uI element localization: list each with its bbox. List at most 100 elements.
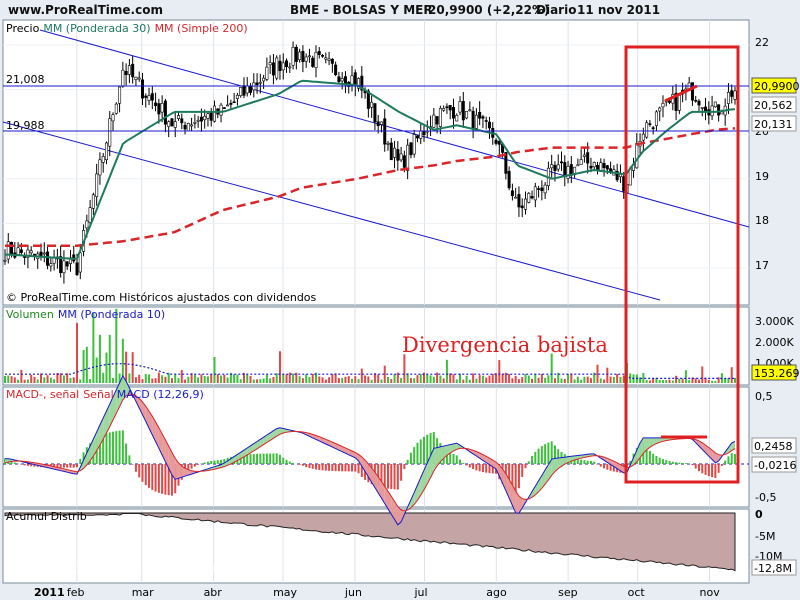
down-candle	[294, 46, 298, 62]
up-candle	[235, 94, 239, 99]
up-candle	[432, 114, 436, 128]
legend-acum: Acumul Distrib	[6, 510, 87, 523]
down-candle	[445, 106, 449, 109]
up-candle	[203, 115, 207, 121]
up-candle	[127, 65, 131, 75]
up-candle	[720, 111, 724, 115]
up-candle	[406, 144, 410, 171]
down-candle	[605, 165, 609, 170]
site-url[interactable]: www.ProRealTime.com	[8, 3, 163, 17]
down-candle	[209, 112, 213, 121]
up-candle	[62, 260, 66, 274]
down-candle	[415, 135, 419, 139]
up-candle	[49, 263, 53, 267]
down-candle	[690, 82, 694, 101]
down-candle	[478, 112, 482, 119]
up-candle	[3, 259, 7, 262]
up-candle	[104, 142, 108, 161]
down-candle	[180, 118, 184, 124]
svg-text:-12,8M: -12,8M	[754, 562, 792, 575]
down-candle	[285, 60, 289, 67]
down-candle	[10, 241, 14, 256]
stock-chart: www.ProRealTime.com BME - BOLSAS Y MER 2…	[2, 3, 800, 599]
svg-text:20,9900: 20,9900	[754, 80, 800, 93]
volume-tick: 2.000K	[755, 336, 794, 349]
up-candle	[307, 55, 311, 58]
down-candle	[19, 249, 23, 253]
month-label: sep	[558, 586, 577, 599]
up-candle	[582, 154, 586, 157]
down-candle	[396, 149, 400, 161]
down-candle	[124, 71, 128, 76]
up-candle	[111, 114, 115, 122]
up-candle	[186, 122, 190, 132]
up-candle	[654, 111, 658, 126]
down-candle	[154, 102, 158, 107]
month-label: abr	[204, 586, 223, 599]
down-candle	[75, 262, 79, 276]
legend-volume: Volumen MM (Ponderada 10)	[6, 308, 165, 321]
macd-tick: -0,5	[755, 491, 776, 504]
down-candle	[448, 104, 452, 111]
up-candle	[579, 159, 583, 165]
up-candle	[658, 107, 662, 112]
down-candle	[589, 165, 593, 169]
instrument-title: BME - BOLSAS Y MER	[290, 3, 433, 17]
down-candle	[563, 162, 567, 177]
up-candle	[288, 66, 292, 69]
up-candle	[6, 241, 10, 260]
down-candle	[144, 95, 148, 98]
up-candle	[226, 104, 230, 107]
up-candle	[29, 250, 33, 254]
up-candle	[258, 81, 262, 84]
up-candle	[592, 162, 596, 168]
up-candle	[314, 52, 318, 68]
acum-tick: -5M	[755, 530, 775, 543]
up-candle	[147, 95, 151, 101]
down-candle	[46, 251, 50, 266]
down-candle	[530, 196, 534, 199]
up-candle	[576, 164, 580, 167]
up-candle	[458, 101, 462, 113]
ma200-value-tag: 20,131	[751, 115, 797, 132]
up-candle	[137, 77, 141, 80]
down-candle	[353, 72, 357, 86]
up-candle	[468, 109, 472, 112]
up-candle	[219, 104, 223, 116]
down-candle	[163, 100, 167, 125]
last-price-change: 20,9900 (+2,22%)	[428, 3, 550, 17]
month-label: oct	[628, 586, 646, 599]
up-candle	[556, 164, 560, 170]
down-candle	[65, 261, 69, 267]
down-candle	[553, 164, 557, 172]
ma30-value-tag: 20,562	[751, 96, 797, 113]
up-candle	[262, 77, 266, 82]
down-candle	[602, 162, 606, 168]
down-candle	[222, 107, 226, 109]
down-candle	[376, 121, 380, 127]
up-candle	[114, 103, 118, 114]
down-candle	[520, 205, 524, 209]
down-candle	[487, 121, 491, 129]
support-label: 19,988	[6, 119, 45, 132]
up-candle	[726, 91, 730, 104]
down-candle	[717, 104, 721, 116]
down-candle	[697, 100, 701, 106]
up-candle	[108, 118, 112, 147]
up-candle	[275, 57, 279, 79]
up-candle	[88, 207, 92, 223]
price-value-tag: 20,9900	[751, 77, 800, 94]
up-candle	[700, 107, 704, 109]
up-candle	[438, 108, 442, 127]
up-candle	[121, 69, 125, 87]
down-candle	[199, 116, 203, 122]
up-candle	[16, 247, 20, 255]
up-candle	[206, 113, 210, 119]
down-candle	[510, 190, 514, 196]
up-candle	[543, 184, 547, 194]
down-candle	[389, 142, 393, 161]
up-candle	[85, 220, 89, 229]
macd-value-tag: 0,2458	[751, 437, 797, 454]
down-candle	[150, 93, 154, 101]
up-candle	[533, 186, 537, 201]
